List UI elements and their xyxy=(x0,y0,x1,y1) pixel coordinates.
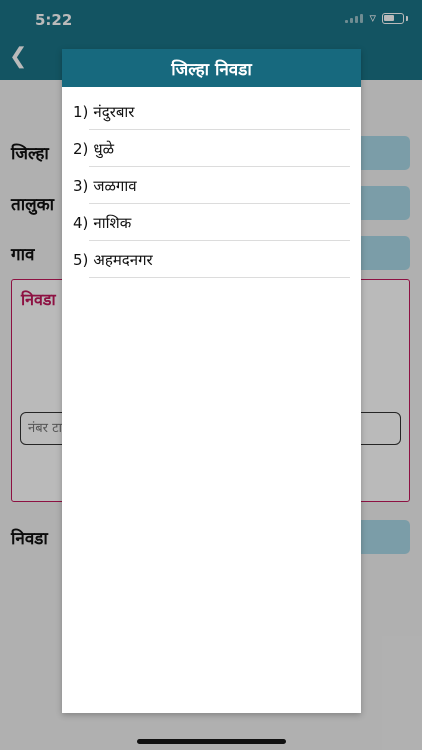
item-number: 3) xyxy=(73,176,89,195)
item-label: जळगाव xyxy=(93,176,137,195)
district-item-1[interactable]: 1) नंदुरबार xyxy=(62,93,361,130)
item-number: 4) xyxy=(73,213,89,232)
district-item-5[interactable]: 5) अहमदनगर xyxy=(62,241,361,278)
item-label: नाशिक xyxy=(93,213,132,232)
district-list: 1) नंदुरबार 2) धुळे 3) जळगाव 4) नाशिक 5)… xyxy=(62,93,361,278)
district-item-3[interactable]: 3) जळगाव xyxy=(62,167,361,204)
district-picker-dialog: जिल्हा निवडा 1) नंदुरबार 2) धुळे 3) जळगा… xyxy=(62,49,361,713)
home-indicator xyxy=(137,739,286,744)
dialog-title: जिल्हा निवडा xyxy=(62,49,361,87)
item-label: अहमदनगर xyxy=(93,250,153,269)
district-item-4[interactable]: 4) नाशिक xyxy=(62,204,361,241)
district-item-2[interactable]: 2) धुळे xyxy=(62,130,361,167)
item-number: 5) xyxy=(73,250,89,269)
item-label: नंदुरबार xyxy=(93,102,135,121)
item-number: 2) xyxy=(73,139,89,158)
item-number: 1) xyxy=(73,102,89,121)
item-label: धुळे xyxy=(93,139,115,158)
